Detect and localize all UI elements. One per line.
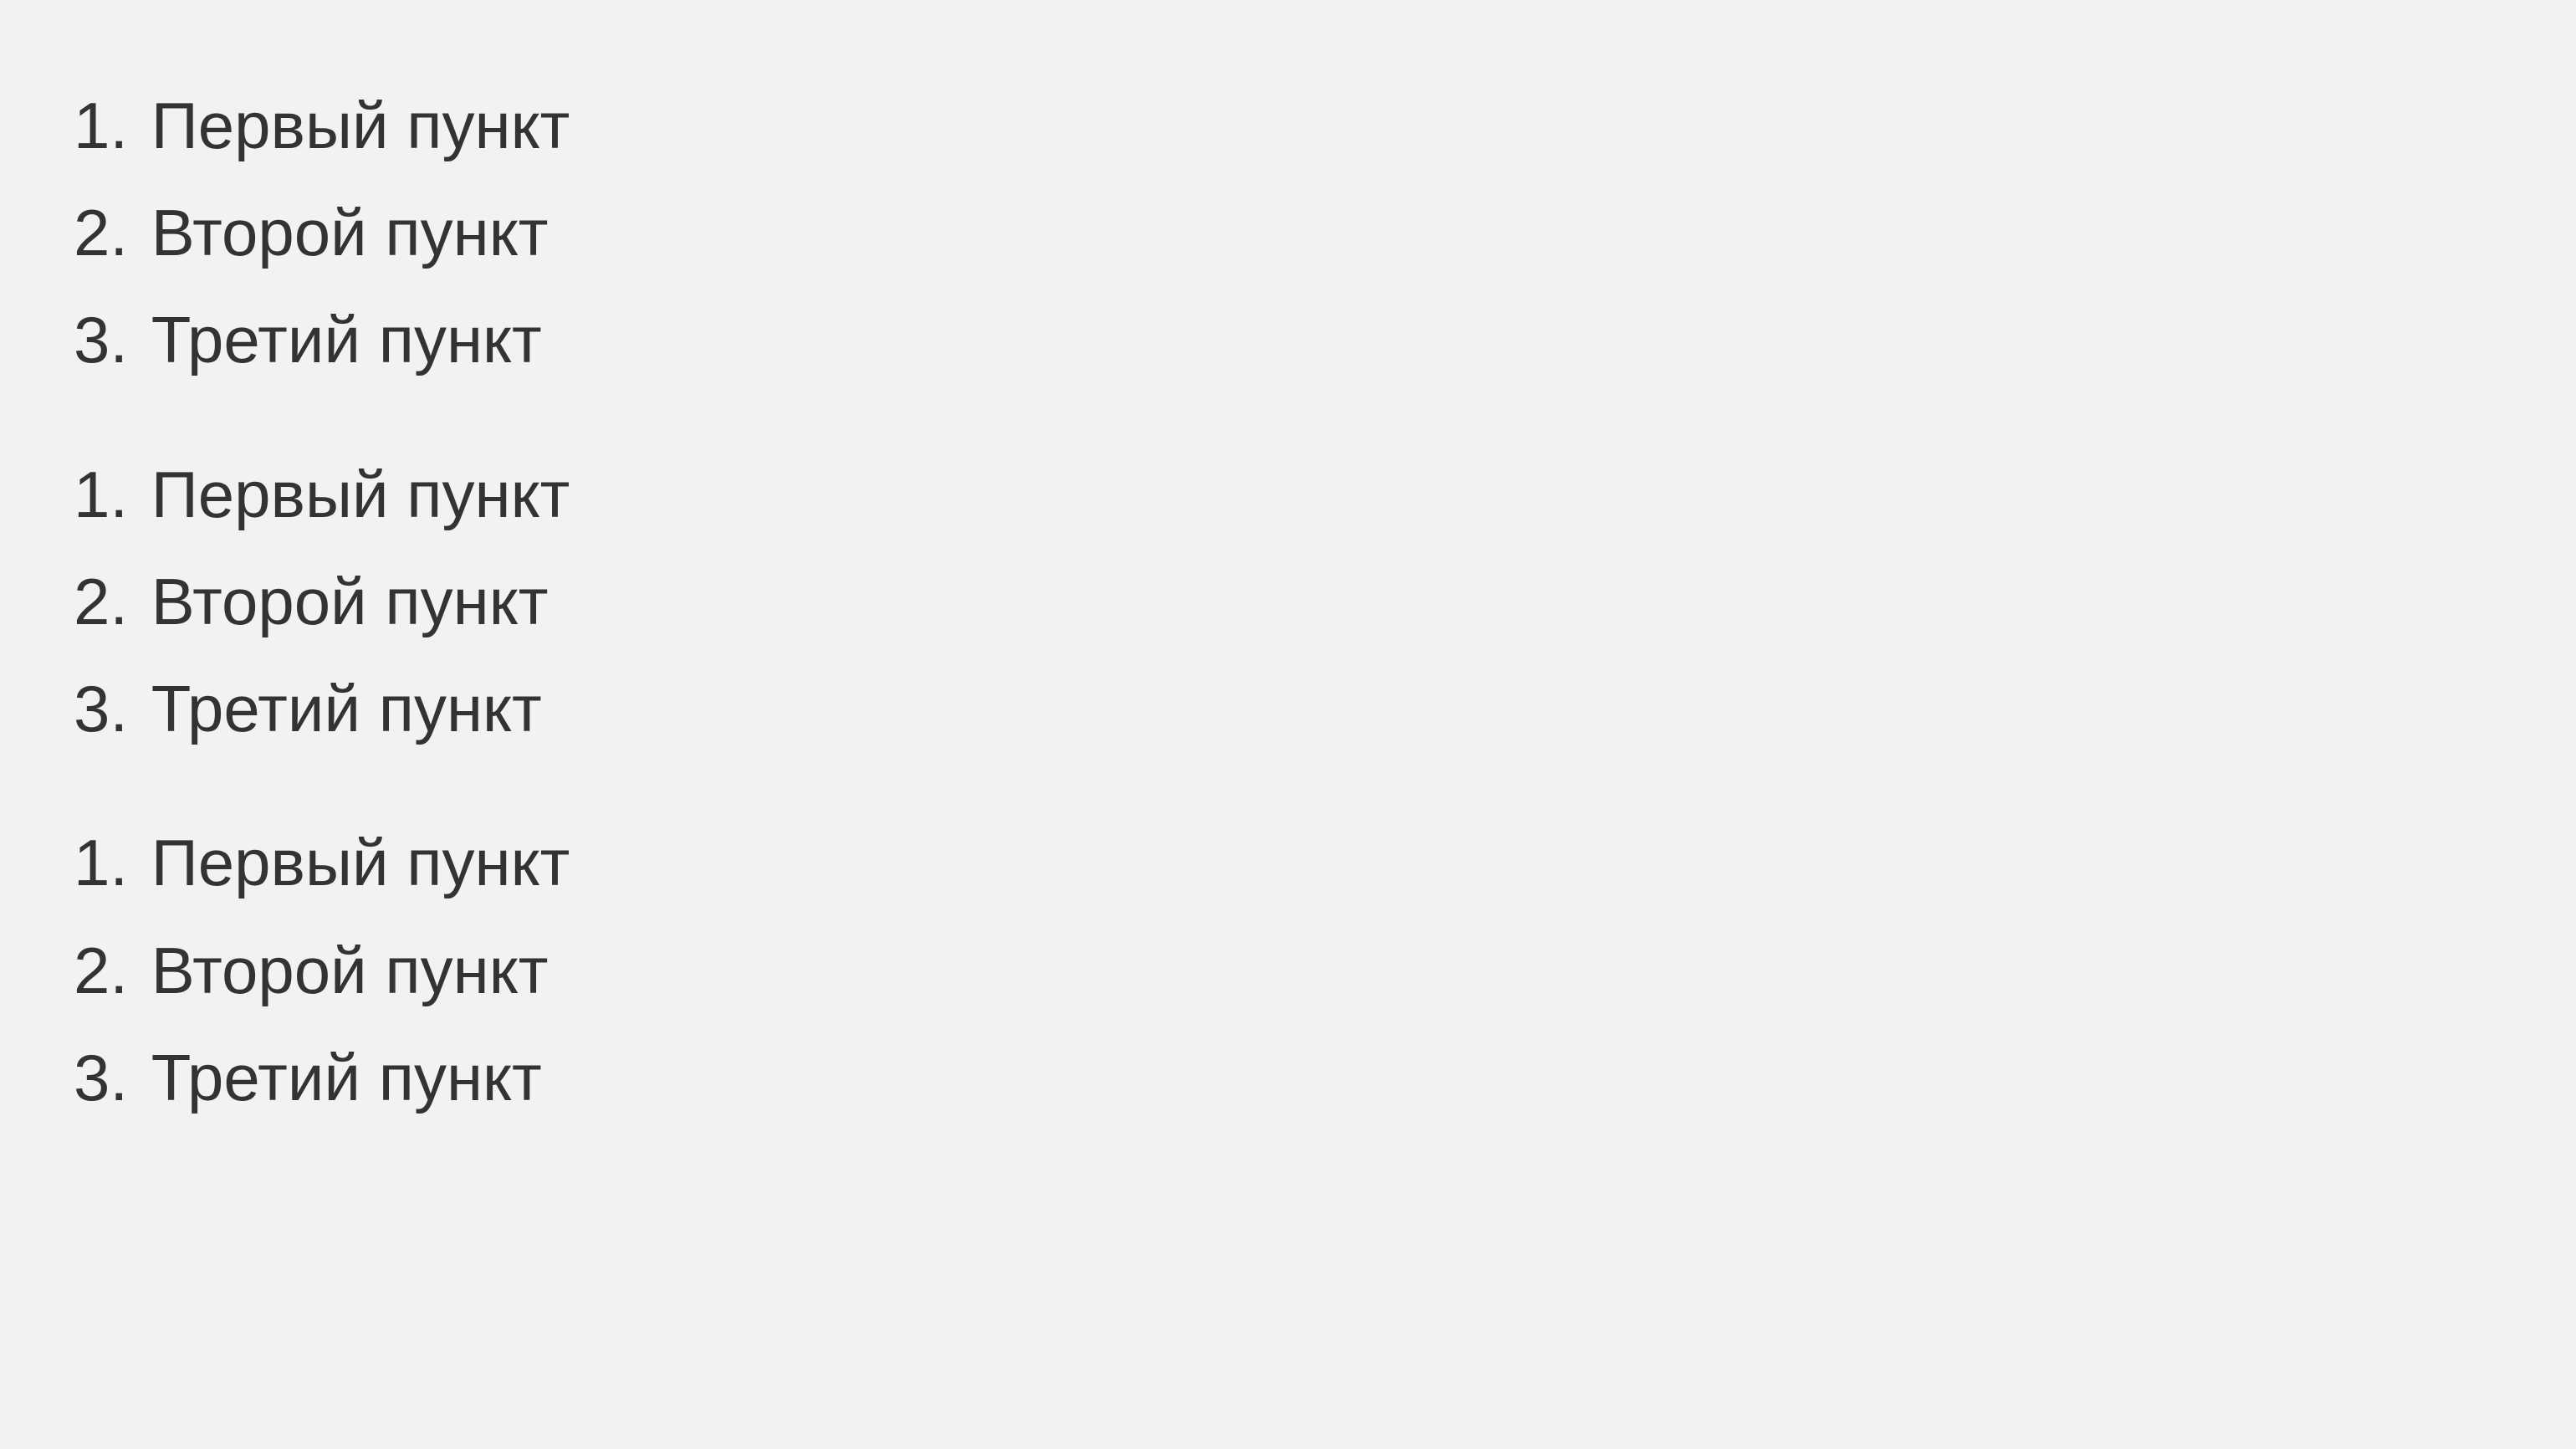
list-item: 2. Второй пункт: [74, 935, 2502, 1006]
list-item: 1. Первый пункт: [74, 827, 2502, 898]
list-item: 2. Второй пункт: [74, 197, 2502, 268]
list-item-number: 2.: [74, 566, 128, 637]
list-item: 3. Третий пункт: [74, 673, 2502, 744]
list-item-label: Первый пункт: [151, 90, 570, 161]
list-item-label: Первый пункт: [151, 459, 570, 530]
list-item-label: Третий пункт: [151, 305, 542, 375]
list-item-label: Третий пункт: [151, 673, 542, 744]
list-item-number: 3.: [74, 1042, 128, 1113]
list-item-number: 1.: [74, 827, 128, 898]
list-item: 2. Второй пункт: [74, 566, 2502, 637]
list-item-number: 3.: [74, 305, 128, 375]
list-item-number: 2.: [74, 935, 128, 1006]
ordered-list: 1. Первый пункт 2. Второй пункт 3. Трети…: [74, 459, 2502, 745]
list-item-label: Первый пункт: [151, 827, 570, 898]
list-item: 1. Первый пункт: [74, 90, 2502, 161]
list-item: 3. Третий пункт: [74, 1042, 2502, 1113]
ordered-list: 1. Первый пункт 2. Второй пункт 3. Трети…: [74, 90, 2502, 376]
list-item: 1. Первый пункт: [74, 459, 2502, 530]
list-item-label: Второй пункт: [151, 935, 549, 1006]
list-item-label: Третий пункт: [151, 1042, 542, 1113]
document-page: 1. Первый пункт 2. Второй пункт 3. Трети…: [0, 0, 2576, 1203]
list-item-number: 1.: [74, 459, 128, 530]
list-item-label: Второй пункт: [151, 197, 549, 268]
list-item-number: 3.: [74, 673, 128, 744]
ordered-list: 1. Первый пункт 2. Второй пункт 3. Трети…: [74, 827, 2502, 1113]
list-item: 3. Третий пункт: [74, 305, 2502, 375]
list-item-number: 1.: [74, 90, 128, 161]
list-item-label: Второй пункт: [151, 566, 549, 637]
list-item-number: 2.: [74, 197, 128, 268]
